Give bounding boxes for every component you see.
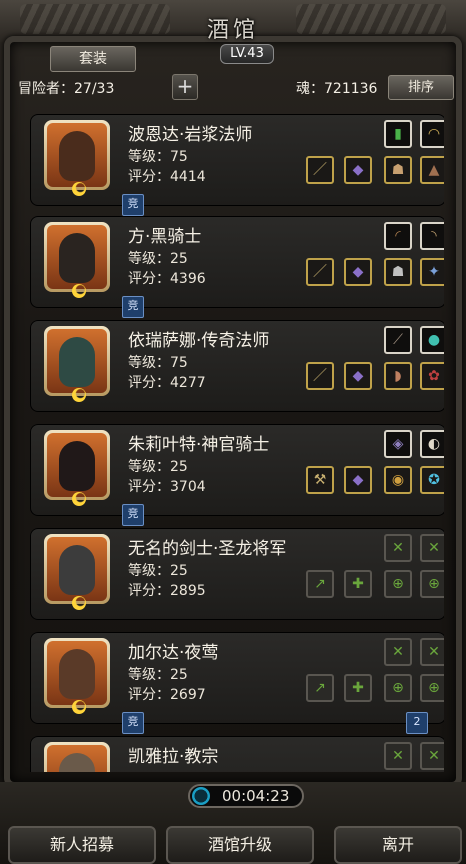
arena-tag: 竞: [122, 296, 144, 318]
tavern-level-badge: LV.43: [220, 44, 274, 64]
equip-slot-weapon[interactable]: ／: [306, 156, 334, 184]
page-title: 酒馆: [206, 18, 259, 43]
empty-slot-icon[interactable]: ↗: [306, 674, 334, 702]
hero-name: 波恩达·岩浆法师: [128, 125, 253, 145]
arena-tag: 竞: [122, 712, 144, 734]
equip-slot-armor[interactable]: ◆: [344, 258, 372, 286]
equip-slot-weapon[interactable]: ／: [306, 258, 334, 286]
hero-list[interactable]: 波恩达·岩浆法师 等级：75 评分：4414 ▮ ◠ ／ ◆ ☗ ▲ 竞 方·黑…: [22, 108, 444, 772]
hero-card[interactable]: 加尔达·夜莺 等级：25 评分：2697 ✕ ✕ ↗ ✚ ⊕ ⊕: [30, 632, 444, 724]
hero-portrait: [44, 326, 110, 402]
hero-portrait: [44, 222, 110, 298]
equip-slot-ring[interactable]: ✦: [420, 258, 444, 286]
equip-slot-accessory[interactable]: ▮: [384, 120, 412, 148]
equip-slot-amulet[interactable]: ●: [420, 326, 444, 354]
equip-slot-amulet[interactable]: ◐: [420, 430, 444, 458]
empty-slot-icon[interactable]: ↗: [306, 570, 334, 598]
hero-card[interactable]: 方·黑骑士 等级：25 评分：4396 ◜ ◝ ／ ◆ ☗ ✦: [30, 216, 444, 308]
equip-slot-accessory[interactable]: ◜: [384, 222, 412, 250]
equip-slot-weapon[interactable]: ⚒: [306, 466, 334, 494]
timer: 00:04:23: [188, 784, 304, 808]
hero-portrait: [44, 120, 110, 196]
hero-name: 加尔达·夜莺: [128, 643, 219, 663]
hero-level: 等级：75: [128, 355, 188, 371]
moon-icon: [72, 182, 86, 196]
empty-slot-icon[interactable]: ⊕: [384, 570, 412, 598]
leave-button[interactable]: 离开: [334, 826, 462, 864]
tab-set[interactable]: 套装: [50, 46, 136, 72]
equip-slot-helm[interactable]: ◗: [384, 362, 412, 390]
hero-level: 等级：25: [128, 251, 188, 267]
empty-slot-icon[interactable]: ✕: [420, 638, 444, 666]
hero-card[interactable]: 朱莉叶特·神官骑士 等级：25 评分：3704 ◈ ◐ ⚒ ◆ ◉ ✪: [30, 424, 444, 516]
empty-slot-icon[interactable]: ⊕: [420, 674, 444, 702]
equip-slot-armor[interactable]: ◆: [344, 362, 372, 390]
hero-level: 等级：75: [128, 149, 188, 165]
hero-score: 评分：2697: [128, 687, 206, 703]
recruit-button[interactable]: 新人招募: [8, 826, 156, 864]
adventurer-count: 冒险者：27/33: [18, 81, 115, 97]
moon-icon: [72, 492, 86, 506]
hero-name: 方·黑骑士: [128, 227, 202, 247]
equip-slot-accessory[interactable]: ⟋: [384, 326, 412, 354]
hero-portrait: [44, 742, 110, 772]
hero-card[interactable]: 凯雅拉·教宗 ✕ ✕: [30, 736, 444, 772]
page-badge: 2: [406, 712, 428, 734]
equip-slot-amulet[interactable]: ◝: [420, 222, 444, 250]
empty-slot-icon[interactable]: ✕: [384, 534, 412, 562]
hero-card[interactable]: 无名的剑士·圣龙将军 等级：25 评分：2895 ✕ ✕ ↗ ✚ ⊕ ⊕: [30, 528, 444, 620]
hero-name: 依瑞萨娜·传奇法师: [128, 331, 270, 351]
equip-slot-helm[interactable]: ☗: [384, 258, 412, 286]
empty-slot-icon[interactable]: ✕: [420, 534, 444, 562]
empty-slot-icon[interactable]: ✕: [384, 638, 412, 666]
equip-slot-weapon[interactable]: ／: [306, 362, 334, 390]
empty-slot-icon[interactable]: ⊕: [420, 570, 444, 598]
timer-text: 00:04:23: [222, 787, 290, 805]
equip-slot-ring[interactable]: ✪: [420, 466, 444, 494]
equip-slot-helm[interactable]: ☗: [384, 156, 412, 184]
hero-card[interactable]: 依瑞萨娜·传奇法师 等级：75 评分：4277 ⟋ ● ／ ◆ ◗ ✿: [30, 320, 444, 412]
moon-icon: [72, 388, 86, 402]
empty-slot-icon[interactable]: ⊕: [384, 674, 412, 702]
hero-card[interactable]: 波恩达·岩浆法师 等级：75 评分：4414 ▮ ◠ ／ ◆ ☗ ▲: [30, 114, 444, 206]
hero-level: 等级：25: [128, 563, 188, 579]
hero-score: 评分：4414: [128, 169, 206, 185]
moon-icon: [72, 700, 86, 714]
hero-score: 评分：3704: [128, 479, 206, 495]
equip-slot-ring[interactable]: ✿: [420, 362, 444, 390]
empty-slot-icon[interactable]: ✕: [384, 742, 412, 770]
equip-slot-accessory[interactable]: ◈: [384, 430, 412, 458]
hero-score: 评分：4396: [128, 271, 206, 287]
empty-slot-icon[interactable]: ✚: [344, 570, 372, 598]
clock-icon: [192, 787, 210, 805]
hero-level: 等级：25: [128, 667, 188, 683]
soul-count: 魂：721136: [296, 81, 378, 97]
hero-level: 等级：25: [128, 459, 188, 475]
hero-score: 评分：2895: [128, 583, 206, 599]
hero-portrait: [44, 430, 110, 506]
hero-score: 评分：4277: [128, 375, 206, 391]
moon-icon: [72, 284, 86, 298]
hero-name: 凯雅拉·教宗: [128, 747, 219, 767]
equip-slot-armor[interactable]: ◆: [344, 466, 372, 494]
hero-name: 朱莉叶特·神官骑士: [128, 435, 270, 455]
equip-slot-helm[interactable]: ◉: [384, 466, 412, 494]
equip-slot-cloak[interactable]: ▲: [420, 156, 444, 184]
hero-name: 无名的剑士·圣龙将军: [128, 539, 287, 559]
add-slot-button[interactable]: +: [172, 74, 198, 100]
arena-tag: 竞: [122, 504, 144, 526]
upgrade-tavern-button[interactable]: 酒馆升级: [166, 826, 314, 864]
arena-tag: 竞: [122, 194, 144, 216]
hero-portrait: [44, 534, 110, 610]
moon-icon: [72, 596, 86, 610]
empty-slot-icon[interactable]: ✚: [344, 674, 372, 702]
equip-slot-amulet[interactable]: ◠: [420, 120, 444, 148]
sort-button[interactable]: 排序: [388, 75, 454, 100]
hero-portrait: [44, 638, 110, 714]
empty-slot-icon[interactable]: ✕: [420, 742, 444, 770]
equip-slot-armor[interactable]: ◆: [344, 156, 372, 184]
